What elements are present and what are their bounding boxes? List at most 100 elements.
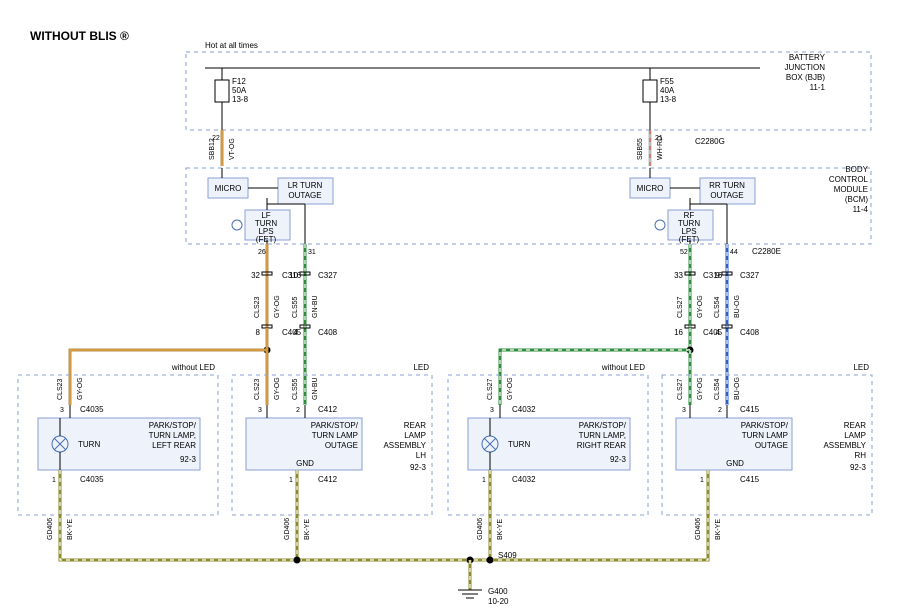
- svg-text:GD406: GD406: [477, 518, 484, 540]
- svg-text:C327: C327: [318, 271, 338, 280]
- svg-text:MICRO: MICRO: [215, 184, 242, 193]
- bjb-ref: 11-1: [810, 83, 826, 92]
- svg-text:GD406: GD406: [284, 518, 291, 540]
- svg-text:92-3: 92-3: [610, 455, 627, 464]
- svg-text:33: 33: [674, 271, 683, 280]
- bjb-label-1: BATTERY: [789, 53, 826, 62]
- svg-text:4: 4: [294, 328, 299, 337]
- svg-text:10: 10: [289, 271, 298, 280]
- svg-text:CLS23: CLS23: [254, 296, 261, 318]
- bjb-label-3: BOX (BJB): [786, 73, 825, 82]
- f12-ref: 13-8: [232, 95, 249, 104]
- svg-text:C412: C412: [318, 405, 338, 414]
- svg-text:RR TURN: RR TURN: [709, 181, 745, 190]
- svg-text:LH: LH: [416, 451, 426, 460]
- svg-text:TURN LAMP: TURN LAMP: [312, 431, 358, 440]
- svg-text:GND: GND: [726, 459, 744, 468]
- svg-text:C415: C415: [740, 475, 760, 484]
- svg-text:ASSEMBLY: ASSEMBLY: [383, 441, 426, 450]
- svg-text:GY-OG: GY-OG: [77, 377, 84, 400]
- svg-text:4: 4: [716, 328, 721, 337]
- svg-text:MICRO: MICRO: [637, 184, 664, 193]
- svg-text:PARK/STOP/: PARK/STOP/: [579, 421, 627, 430]
- svg-text:GY-OG: GY-OG: [507, 377, 514, 400]
- conn-c2280g: C2280G: [695, 137, 725, 146]
- svg-text:GY-OG: GY-OG: [274, 295, 281, 318]
- svg-text:1: 1: [482, 477, 486, 484]
- svg-text:LR TURN: LR TURN: [288, 181, 323, 190]
- svg-text:ASSEMBLY: ASSEMBLY: [823, 441, 866, 450]
- svg-text:C4032: C4032: [512, 475, 536, 484]
- svg-text:1: 1: [289, 477, 293, 484]
- wire-split-left-tan: [70, 328, 270, 405]
- svg-text:C327: C327: [740, 271, 760, 280]
- svg-text:OUTAGE: OUTAGE: [710, 191, 743, 200]
- svg-text:52: 52: [680, 249, 688, 256]
- svg-text:CLS27: CLS27: [487, 378, 494, 400]
- svg-text:2: 2: [718, 407, 722, 414]
- svg-text:CLS55: CLS55: [292, 378, 299, 400]
- svg-text:GY-OG: GY-OG: [697, 295, 704, 318]
- svg-text:26: 26: [258, 249, 266, 256]
- svg-text:C405: C405: [282, 328, 302, 337]
- svg-text:LAMP: LAMP: [844, 431, 866, 440]
- svg-text:PARK/STOP/: PARK/STOP/: [149, 421, 197, 430]
- svg-text:BK-YE: BK-YE: [67, 519, 74, 540]
- f12-id: F12: [232, 77, 246, 86]
- svg-text:CLS23: CLS23: [254, 378, 261, 400]
- svg-text:92-3: 92-3: [180, 455, 197, 464]
- fuse-f55: F55 40A 13-8: [643, 68, 677, 130]
- svg-text:C408: C408: [740, 328, 760, 337]
- f55-ref: 13-8: [660, 95, 677, 104]
- svg-text:CLS55: CLS55: [292, 296, 299, 318]
- wire-cls27-right: 33 C316 CLS27 GY-OG 16 C405: [500, 244, 723, 405]
- rf-fet: RF TURN LPS (FET): [655, 210, 713, 244]
- svg-text:SBB12: SBB12: [209, 138, 216, 160]
- svg-text:CLS27: CLS27: [677, 378, 684, 400]
- bcm-l1: BODY: [845, 165, 868, 174]
- svg-text:92-3: 92-3: [850, 463, 867, 472]
- svg-text:C415: C415: [740, 405, 760, 414]
- svg-text:CLS27: CLS27: [677, 296, 684, 318]
- svg-text:3: 3: [490, 407, 494, 414]
- svg-text:3: 3: [258, 407, 262, 414]
- svg-text:32: 32: [251, 271, 260, 280]
- svg-text:SBB55: SBB55: [637, 138, 644, 160]
- svg-text:TURN: TURN: [508, 440, 530, 449]
- ground-bus: GD406 BK-YE GD406 BK-YE GD406 BK-YE GD40…: [47, 470, 722, 590]
- f55-id: F55: [660, 77, 674, 86]
- svg-text:BK-YE: BK-YE: [715, 519, 722, 540]
- svg-text:3: 3: [60, 407, 64, 414]
- hot-label: Hot at all times: [205, 41, 258, 50]
- svg-text:TURN LAMP: TURN LAMP: [742, 431, 788, 440]
- svg-text:CLS54: CLS54: [714, 378, 721, 400]
- svg-text:BK-YE: BK-YE: [497, 519, 504, 540]
- svg-text:(FET): (FET): [256, 235, 277, 244]
- svg-text:C2280E: C2280E: [752, 247, 781, 256]
- svg-text:GY-OG: GY-OG: [697, 377, 704, 400]
- svg-text:without LED: without LED: [171, 363, 215, 372]
- svg-text:LEFT REAR: LEFT REAR: [152, 441, 196, 450]
- svg-text:RH: RH: [854, 451, 866, 460]
- svg-text:8: 8: [256, 328, 261, 337]
- svg-text:G400: G400: [488, 587, 508, 596]
- svg-text:BU-OG: BU-OG: [734, 295, 741, 318]
- svg-text:WH-RD: WH-RD: [657, 136, 664, 160]
- f55-amps: 40A: [660, 86, 675, 95]
- svg-text:C408: C408: [318, 328, 338, 337]
- svg-text:GD406: GD406: [47, 518, 54, 540]
- svg-text:CONTROL: CONTROL: [829, 175, 869, 184]
- svg-text:S409: S409: [498, 551, 517, 560]
- svg-text:GY-OG: GY-OG: [274, 377, 281, 400]
- svg-text:C412: C412: [318, 475, 338, 484]
- lf-fet: LF TURN LPS (FET): [232, 210, 290, 244]
- svg-text:C4032: C4032: [512, 405, 536, 414]
- svg-text:REAR: REAR: [844, 421, 866, 430]
- svg-text:REAR: REAR: [404, 421, 426, 430]
- svg-text:31: 31: [308, 249, 316, 256]
- svg-text:OUTAGE: OUTAGE: [755, 441, 788, 450]
- svg-text:16: 16: [674, 328, 683, 337]
- svg-text:LED: LED: [413, 363, 429, 372]
- svg-text:MODULE: MODULE: [834, 185, 868, 194]
- diagram-title: WITHOUT BLIS ®: [30, 29, 129, 43]
